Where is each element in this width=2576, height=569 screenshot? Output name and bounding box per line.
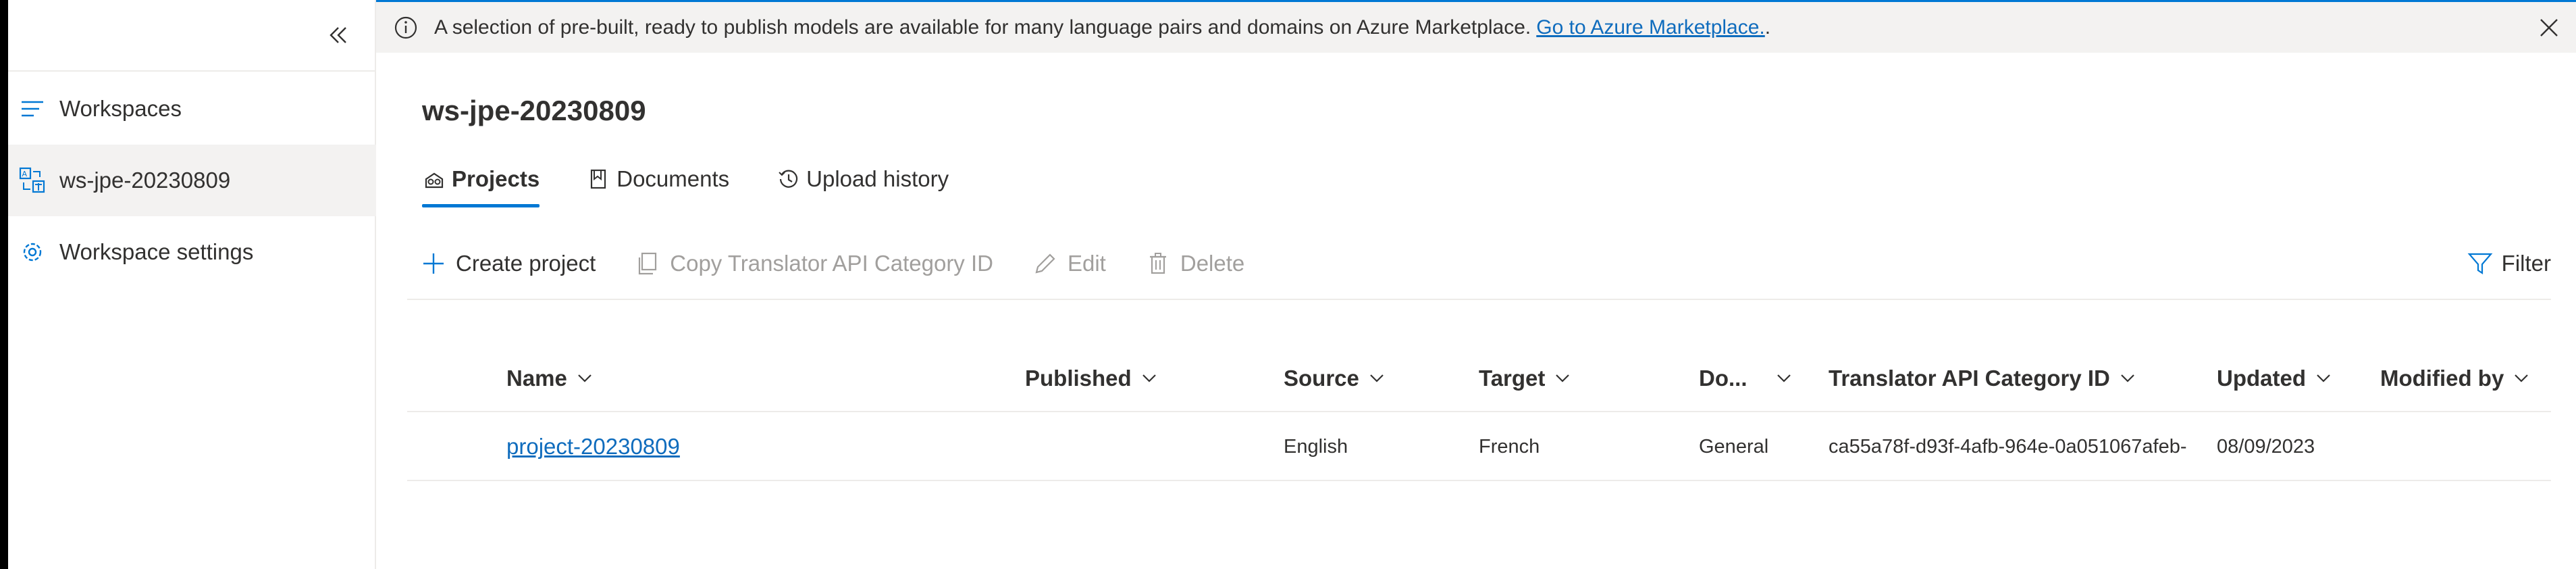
chevron-down-icon xyxy=(1777,374,1791,382)
chevron-down-icon xyxy=(578,374,592,382)
cell-source: English xyxy=(1284,435,1348,457)
pencil-icon xyxy=(1035,253,1055,274)
filter-button[interactable]: Filter xyxy=(2467,240,2551,287)
trash-icon xyxy=(1149,253,1166,274)
sidebar-divider xyxy=(8,70,376,72)
copy-category-id-label: Copy Translator API Category ID xyxy=(670,251,993,276)
tab-documents[interactable]: Documents xyxy=(587,159,729,199)
azure-marketplace-link[interactable]: Go to Azure Marketplace. xyxy=(1536,16,1765,39)
add-icon xyxy=(423,253,444,274)
documents-icon xyxy=(591,169,606,189)
cell-updated: 08/09/2023 xyxy=(2217,435,2315,457)
collapse-nav-button[interactable] xyxy=(322,19,354,51)
projects-icon xyxy=(425,172,444,189)
tab-label: Upload history xyxy=(806,166,949,191)
column-header-modified-by[interactable]: Modified by xyxy=(2380,345,2531,412)
close-icon xyxy=(2540,19,2558,36)
cell-category-id: ca55a78f-d93f-4afb-964e-0a051067afeb- xyxy=(1829,435,2187,457)
delete-label: Delete xyxy=(1180,251,1245,276)
filter-icon xyxy=(2467,253,2493,275)
chevron-down-icon xyxy=(2515,374,2529,382)
history-icon xyxy=(779,170,798,188)
chevron-down-icon xyxy=(2121,374,2134,382)
sidebar-item-label: ws-jpe-20230809 xyxy=(59,168,231,193)
projects-table: Name Published Source Target Do... Trans… xyxy=(407,345,2551,481)
sidebar-item-workspaces[interactable]: Workspaces xyxy=(8,73,376,145)
column-header-target[interactable]: Target xyxy=(1479,345,1572,412)
banner-trailing-text: . xyxy=(1764,16,1771,39)
table-header: Name Published Source Target Do... Trans… xyxy=(407,345,2551,412)
page-title: ws-jpe-20230809 xyxy=(422,95,646,126)
double-chevron-left-icon xyxy=(330,27,346,43)
copy-category-id-button[interactable]: Copy Translator API Category ID xyxy=(621,251,993,276)
tab-bar: Projects Documents Upload history xyxy=(422,159,996,213)
close-banner-button[interactable] xyxy=(2534,13,2564,43)
cell-domain: General xyxy=(1699,435,1769,457)
chevron-down-icon xyxy=(2317,374,2330,382)
tab-label: Projects xyxy=(452,166,540,191)
tab-upload-history[interactable]: Upload history xyxy=(777,159,949,199)
column-header-updated[interactable]: Updated xyxy=(2217,345,2333,412)
tab-projects[interactable]: Projects xyxy=(422,159,540,207)
column-header-published[interactable]: Published xyxy=(1025,345,1159,412)
info-icon xyxy=(394,16,417,39)
chevron-down-icon xyxy=(1556,374,1570,382)
column-header-name[interactable]: Name xyxy=(506,345,594,412)
chevron-down-icon xyxy=(1370,374,1384,382)
column-header-domain[interactable]: Do... xyxy=(1699,345,1793,412)
banner-message: A selection of pre-built, ready to publi… xyxy=(434,16,1531,39)
edit-button[interactable]: Edit xyxy=(1019,251,1106,276)
sidebar-item-workspace[interactable]: A ws-jpe-20230809 xyxy=(8,145,376,216)
tab-label: Documents xyxy=(616,166,730,191)
column-header-source[interactable]: Source xyxy=(1284,345,1386,412)
copy-icon xyxy=(639,252,657,275)
delete-button[interactable]: Delete xyxy=(1132,251,1244,276)
table-row[interactable]: project-20230809 English French General … xyxy=(407,412,2551,481)
chevron-down-icon xyxy=(1142,374,1156,382)
filter-label: Filter xyxy=(2501,251,2551,276)
svg-text:A: A xyxy=(22,170,28,178)
command-bar-divider xyxy=(407,299,2551,300)
sidebar-item-label: Workspaces xyxy=(59,96,182,121)
create-project-button[interactable]: Create project xyxy=(407,251,596,276)
translate-icon: A xyxy=(18,166,47,195)
gear-icon xyxy=(18,237,47,267)
sidebar: Workspaces A ws-jpe-20230809 Workspace s… xyxy=(8,0,376,569)
edit-label: Edit xyxy=(1067,251,1106,276)
cell-target: French xyxy=(1479,435,1540,457)
window-edge xyxy=(0,0,8,569)
project-name-link[interactable]: project-20230809 xyxy=(506,412,680,481)
info-banner: A selection of pre-built, ready to publi… xyxy=(376,0,2576,53)
list-icon xyxy=(18,94,47,124)
column-header-category-id[interactable]: Translator API Category ID xyxy=(1829,345,2137,412)
command-bar: Create project Copy Translator API Categ… xyxy=(407,240,2551,287)
sidebar-item-workspace-settings[interactable]: Workspace settings xyxy=(8,216,376,288)
create-project-label: Create project xyxy=(456,251,596,276)
sidebar-item-label: Workspace settings xyxy=(59,239,254,264)
